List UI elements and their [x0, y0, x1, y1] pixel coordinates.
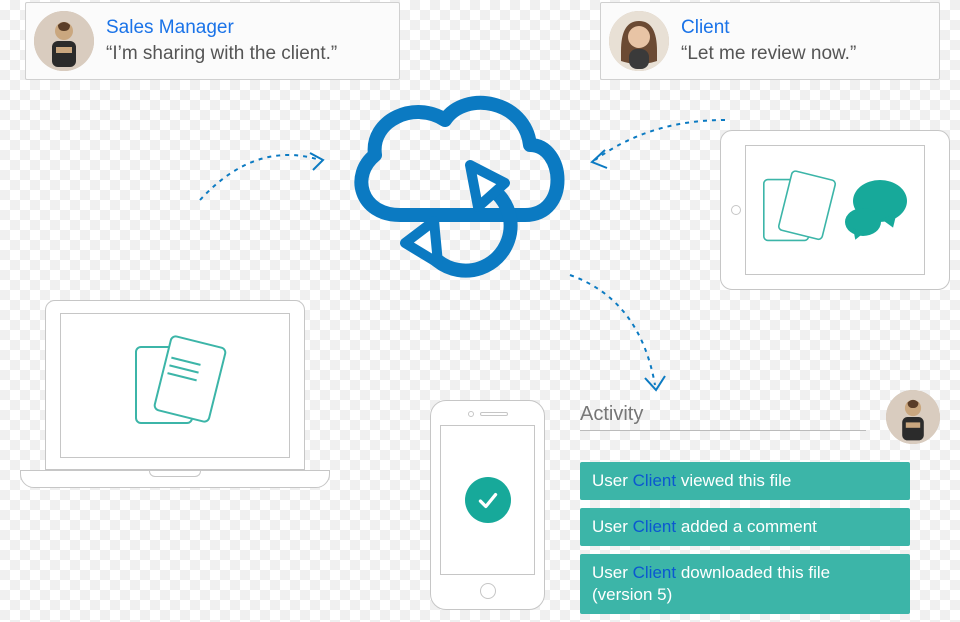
activity-suffix: downloaded this file — [676, 563, 830, 582]
speech-card-client: Client “Let me review now.” — [600, 2, 940, 80]
tablet-device — [720, 130, 950, 290]
activity-actor: Client — [633, 471, 676, 490]
laptop-device — [20, 300, 330, 510]
speaker-quote: “Let me review now.” — [681, 41, 856, 67]
chat-icon — [845, 180, 915, 240]
speaker-quote: “I’m sharing with the client.” — [106, 41, 337, 67]
speech-text: Sales Manager “I’m sharing with the clie… — [106, 15, 337, 66]
phone-screen — [440, 425, 535, 575]
arrow-from-cloud-down — [560, 270, 680, 400]
arrow-to-cloud-right — [580, 110, 730, 180]
speech-text: Client “Let me review now.” — [681, 15, 856, 66]
documents-icon — [135, 340, 215, 430]
tablet-screen — [745, 145, 925, 275]
phone-device — [430, 400, 545, 610]
person-icon — [886, 390, 940, 444]
activity-actor: Client — [633, 517, 676, 536]
speaker-role: Sales Manager — [106, 15, 337, 41]
arrow-to-cloud-left — [195, 135, 335, 215]
avatar-sales-manager-small — [886, 390, 940, 444]
activity-suffix: viewed this file — [676, 471, 791, 490]
activity-prefix: User — [592, 517, 633, 536]
activity-item: User Client downloaded this file (versio… — [580, 554, 910, 614]
person-icon — [34, 11, 94, 71]
checkmark-icon — [465, 477, 511, 523]
speaker-role: Client — [681, 15, 856, 41]
laptop-screen — [60, 313, 290, 458]
cloud-sync-icon — [320, 45, 580, 305]
activity-extra: (version 5) — [592, 585, 672, 604]
activity-actor: Client — [633, 563, 676, 582]
avatar-sales-manager — [34, 11, 94, 71]
activity-item: User Client viewed this file — [580, 462, 910, 500]
activity-prefix: User — [592, 471, 633, 490]
activity-suffix: added a comment — [676, 517, 817, 536]
activity-feed: Activity User Client viewed this file Us… — [580, 390, 940, 622]
activity-prefix: User — [592, 563, 633, 582]
person-icon — [609, 11, 669, 71]
documents-icon — [763, 174, 827, 246]
avatar-client — [609, 11, 669, 71]
activity-item: User Client added a comment — [580, 508, 910, 546]
activity-title: Activity — [580, 403, 866, 431]
